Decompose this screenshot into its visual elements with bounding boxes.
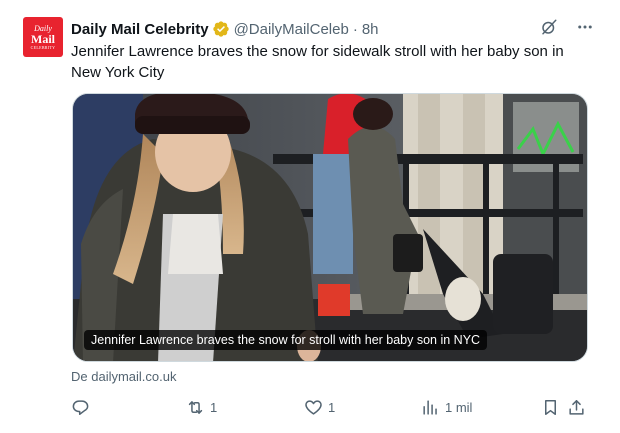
tweet-time[interactable]: 8h xyxy=(362,21,379,38)
share-icon xyxy=(569,399,584,415)
article-photo xyxy=(73,94,587,361)
like-button[interactable]: 1 xyxy=(304,396,335,418)
repost-icon xyxy=(188,400,203,414)
grok-icon[interactable] xyxy=(540,18,558,36)
link-source[interactable]: De dailymail.co.uk xyxy=(71,369,177,384)
more-icon[interactable] xyxy=(576,18,594,36)
action-bar: 1 1 1 mil xyxy=(71,396,591,418)
reply-button[interactable] xyxy=(71,396,90,418)
bookmark-icon xyxy=(544,399,557,415)
views-icon xyxy=(423,399,437,415)
media-caption: Jennifer Lawrence braves the snow for st… xyxy=(84,330,488,350)
views-count: 1 mil xyxy=(445,399,473,415)
avatar[interactable]: Daily Mail CELEBRITY xyxy=(23,17,63,57)
tweet-media-image[interactable]: Jennifer Lawrence braves the snow for st… xyxy=(72,93,588,362)
tweet-text: Jennifer Lawrence braves the snow for si… xyxy=(71,43,564,81)
tweet-header: Daily Mail Celebrity @DailyMailCeleb · 8… xyxy=(71,18,379,40)
heart-icon xyxy=(305,399,322,415)
verified-badge-icon xyxy=(212,21,229,37)
reply-icon xyxy=(72,399,89,415)
avatar-line-3: CELEBRITY xyxy=(30,44,56,50)
separator-dot: · xyxy=(352,20,358,38)
share-button[interactable] xyxy=(567,396,586,418)
avatar-line-2: Mail xyxy=(31,31,55,46)
repost-count: 1 xyxy=(210,399,218,415)
header-actions xyxy=(540,18,594,36)
bookmark-button[interactable] xyxy=(541,396,560,418)
like-count: 1 xyxy=(328,399,336,415)
account-handle[interactable]: @DailyMailCeleb xyxy=(234,21,349,38)
views-button[interactable]: 1 mil xyxy=(421,396,472,418)
repost-button[interactable]: 1 xyxy=(186,396,217,418)
account-name[interactable]: Daily Mail Celebrity xyxy=(71,21,209,38)
tweet-card[interactable]: Daily Mail CELEBRITY Daily Mail Celebrit… xyxy=(0,0,620,433)
